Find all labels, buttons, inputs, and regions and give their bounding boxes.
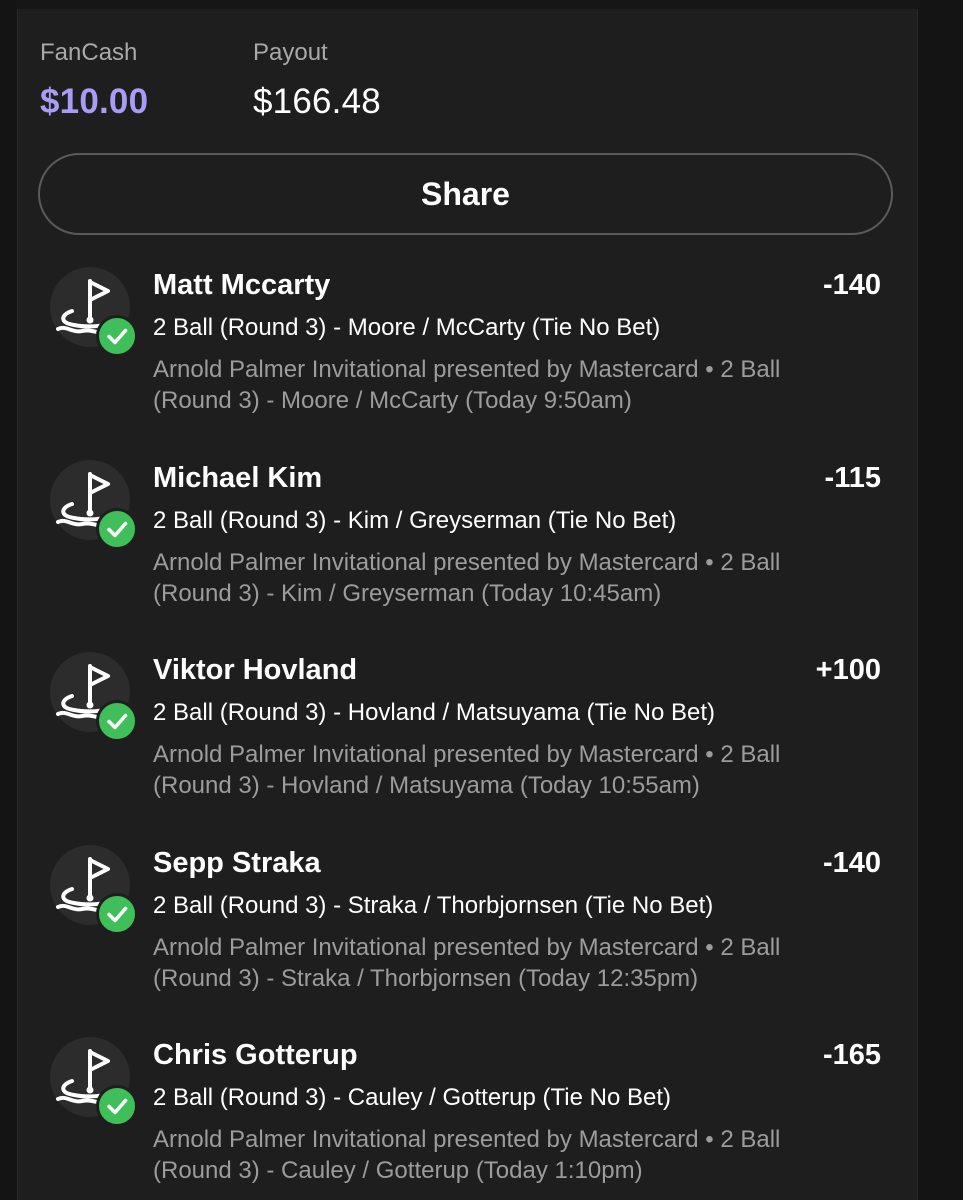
bet-odds: -115 <box>824 461 881 494</box>
golf-flag-icon <box>50 1037 138 1127</box>
fancash-label: FanCash <box>40 39 138 66</box>
golf-flag-icon <box>50 267 138 357</box>
bet-event-details: Arnold Palmer Invitational presented by … <box>153 547 883 609</box>
bet-leg: Chris Gotterup -165 2 Ball (Round 3) - C… <box>0 1035 963 1200</box>
check-icon <box>96 700 138 742</box>
bet-odds: -140 <box>822 846 881 879</box>
event-line-2: (Round 3) - Cauley / Gotterup (Today 1:1… <box>153 1157 643 1184</box>
bet-event-details: Arnold Palmer Invitational presented by … <box>153 354 883 416</box>
fancash-value: $10.00 <box>40 82 149 121</box>
bet-legs-list: Matt Mccarty -140 2 Ball (Round 3) - Moo… <box>0 265 963 1200</box>
player-name: Viktor Hovland <box>153 654 358 686</box>
bet-leg: Viktor Hovland +100 2 Ball (Round 3) - H… <box>0 650 963 843</box>
event-line-1: Arnold Palmer Invitational presented by … <box>153 548 781 576</box>
event-line-2: (Round 3) - Hovland / Matsuyama (Today 1… <box>153 772 700 799</box>
bet-event-details: Arnold Palmer Invitational presented by … <box>153 1124 883 1186</box>
golf-flag-icon <box>50 459 138 550</box>
bet-odds: +100 <box>815 654 881 686</box>
player-name: Chris Gotterup <box>153 1039 358 1071</box>
check-icon <box>96 1085 138 1127</box>
player-name: Sepp Straka <box>153 846 321 879</box>
event-line-1: Arnold Palmer Invitational presented by … <box>153 356 781 383</box>
bet-summary: FanCash $10.00 Payout $166.48 <box>40 38 381 124</box>
event-line-2: (Round 3) - Straka / Thorbjornsen (Today… <box>153 964 699 992</box>
event-line-1: Arnold Palmer Invitational presented by … <box>153 933 781 961</box>
event-line-2: (Round 3) - Kim / Greyserman (Today 10:4… <box>153 579 662 607</box>
bet-market: 2 Ball (Round 3) - Hovland / Matsuyama (… <box>153 699 715 726</box>
bet-market: 2 Ball (Round 3) - Kim / Greyserman (Tie… <box>153 506 677 534</box>
bet-market: 2 Ball (Round 3) - Cauley / Gotterup (Ti… <box>153 1084 671 1111</box>
payout-summary: Payout $166.48 <box>253 38 381 124</box>
player-name: Michael Kim <box>153 461 323 494</box>
check-icon <box>96 892 138 935</box>
bet-event-details: Arnold Palmer Invitational presented by … <box>153 932 883 994</box>
payout-value: $166.48 <box>253 82 381 121</box>
player-name: Matt Mccarty <box>153 269 331 301</box>
card-top-edge <box>17 0 918 9</box>
bet-leg: Michael Kim -115 2 Ball (Round 3) - Kim … <box>0 458 963 651</box>
check-icon <box>96 507 138 550</box>
bet-odds: -140 <box>822 269 881 301</box>
bet-odds: -165 <box>822 1039 881 1071</box>
bet-slip-page: FanCash $10.00 Payout $166.48 Share Matt… <box>0 0 963 1200</box>
fancash-summary: FanCash $10.00 <box>40 38 253 124</box>
share-button[interactable]: Share <box>38 153 893 235</box>
bet-event-details: Arnold Palmer Invitational presented by … <box>153 739 883 801</box>
bet-market: 2 Ball (Round 3) - Straka / Thorbjornsen… <box>153 891 714 919</box>
event-line-1: Arnold Palmer Invitational presented by … <box>153 1126 781 1153</box>
event-line-1: Arnold Palmer Invitational presented by … <box>153 741 781 768</box>
bet-market: 2 Ball (Round 3) - Moore / McCarty (Tie … <box>153 314 661 341</box>
bet-leg: Sepp Straka -140 2 Ball (Round 3) - Stra… <box>0 843 963 1036</box>
payout-label: Payout <box>253 39 328 66</box>
bet-leg: Matt Mccarty -140 2 Ball (Round 3) - Moo… <box>0 265 963 458</box>
event-line-2: (Round 3) - Moore / McCarty (Today 9:50a… <box>153 387 632 414</box>
golf-flag-icon <box>50 844 138 935</box>
check-icon <box>96 315 138 357</box>
golf-flag-icon <box>50 652 138 742</box>
